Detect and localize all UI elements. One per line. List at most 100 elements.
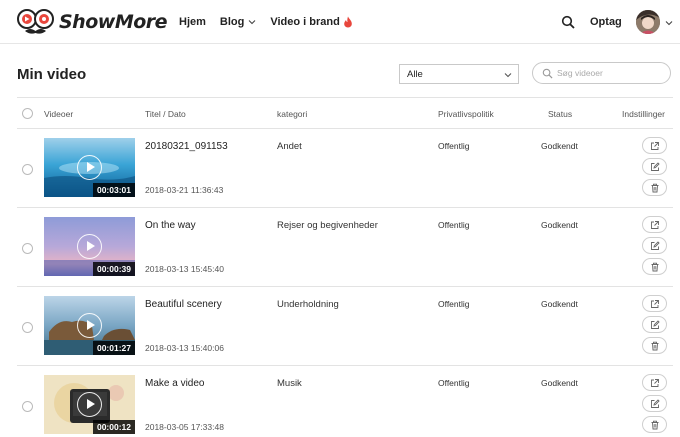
share-button[interactable] <box>642 216 667 233</box>
row-select-radio[interactable] <box>22 322 33 333</box>
search-icon <box>542 68 553 79</box>
nav-item-label: Blog <box>219 16 245 28</box>
table-header: Videoer Titel / Dato kategori Privatlivs… <box>17 97 673 129</box>
row-select-radio[interactable] <box>22 401 33 412</box>
play-icon[interactable] <box>77 234 102 259</box>
video-duration: 00:03:01 <box>92 183 135 197</box>
table-row: 00:00:39 On the way 2018-03-13 15:45:40 … <box>17 208 673 287</box>
column-header-title-date: Titel / Dato <box>145 109 186 119</box>
play-icon[interactable] <box>77 313 102 338</box>
chevron-down-icon <box>504 73 512 78</box>
share-icon <box>651 221 659 229</box>
edit-button[interactable] <box>642 316 667 333</box>
share-button[interactable] <box>642 295 667 312</box>
column-header-videos: Videoer <box>44 109 74 119</box>
row-actions <box>642 216 668 279</box>
nav-item-blog[interactable]: Blog <box>220 16 256 28</box>
video-title[interactable]: On the way <box>145 220 196 231</box>
record-button[interactable]: Optag <box>590 16 622 28</box>
video-date: 2018-03-05 17:33:48 <box>145 422 224 432</box>
video-status: Godkendt <box>541 299 578 309</box>
logo-text: ShowMore <box>59 11 168 33</box>
search-input[interactable] <box>557 66 665 80</box>
video-thumbnail[interactable]: 00:01:27 <box>44 296 135 355</box>
logo-icon <box>17 9 54 34</box>
nav-item-label: Hjem <box>179 16 206 28</box>
share-icon <box>651 300 659 308</box>
page-title: Min video <box>17 66 87 83</box>
video-category: Musik <box>277 378 302 389</box>
video-category: Rejser og begivenheder <box>277 220 378 231</box>
play-icon[interactable] <box>77 392 102 417</box>
column-header-status: Status <box>548 109 573 119</box>
video-title[interactable]: Beautiful scenery <box>145 299 222 310</box>
edit-icon <box>651 241 660 250</box>
trash-icon <box>651 183 659 193</box>
row-select-radio[interactable] <box>22 243 33 254</box>
row-select-radio[interactable] <box>22 164 33 175</box>
share-button[interactable] <box>642 137 667 154</box>
trash-icon <box>651 262 659 272</box>
video-status: Godkendt <box>541 141 578 151</box>
video-date: 2018-03-13 15:45:40 <box>145 264 224 274</box>
video-date: 2018-03-21 11:36:43 <box>145 185 224 195</box>
column-header-category: kategori <box>277 109 308 119</box>
trash-icon <box>651 420 659 430</box>
nav-item-video-brand[interactable]: Video i brand <box>270 16 352 28</box>
video-category: Andet <box>277 141 302 152</box>
video-privacy: Offentlig <box>438 378 470 388</box>
column-header-privacy: Privatlivspolitik <box>438 109 494 119</box>
search-box <box>532 62 671 84</box>
top-navigation-bar: ShowMore Hjem Blog Video i brand Optag <box>0 0 680 44</box>
video-table: Videoer Titel / Dato kategori Privatlivs… <box>17 97 673 437</box>
nav-item-home[interactable]: Hjem <box>179 16 206 28</box>
column-header-settings: Indstillinger <box>622 109 665 119</box>
video-privacy: Offentlig <box>438 220 470 230</box>
search-icon[interactable] <box>561 15 575 29</box>
fire-icon <box>344 16 352 28</box>
chevron-down-icon[interactable] <box>665 19 673 27</box>
delete-button[interactable] <box>642 179 667 196</box>
avatar-image <box>636 10 660 34</box>
table-row: 00:00:12 Make a video 2018-03-05 17:33:4… <box>17 366 673 437</box>
video-title[interactable]: 20180321_091153 <box>145 141 228 152</box>
delete-button[interactable] <box>642 258 667 275</box>
share-button[interactable] <box>642 374 667 391</box>
video-status: Godkendt <box>541 220 578 230</box>
edit-button[interactable] <box>642 158 667 175</box>
chevron-down-icon <box>248 20 256 25</box>
avatar[interactable] <box>636 10 660 34</box>
share-icon <box>651 379 659 387</box>
select-all-radio[interactable] <box>22 108 33 119</box>
filter-selected-value: Alle <box>407 69 423 80</box>
edit-icon <box>651 162 660 171</box>
video-duration: 00:00:12 <box>92 420 135 434</box>
video-privacy: Offentlig <box>438 141 470 151</box>
main-nav: Hjem Blog Video i brand <box>179 0 367 44</box>
share-icon <box>651 142 659 150</box>
video-category: Underholdning <box>277 299 339 310</box>
row-actions <box>642 295 668 358</box>
video-thumbnail[interactable]: 00:00:12 <box>44 375 135 434</box>
video-thumbnail[interactable]: 00:00:39 <box>44 217 135 276</box>
table-row: 00:01:27 Beautiful scenery 2018-03-13 15… <box>17 287 673 366</box>
delete-button[interactable] <box>642 416 667 433</box>
video-thumbnail[interactable]: 00:03:01 <box>44 138 135 197</box>
video-privacy: Offentlig <box>438 299 470 309</box>
nav-item-label: Video i brand <box>270 16 340 28</box>
video-title[interactable]: Make a video <box>145 378 204 389</box>
trash-icon <box>651 341 659 351</box>
play-icon[interactable] <box>77 155 102 180</box>
edit-icon <box>651 399 660 408</box>
edit-button[interactable] <box>642 237 667 254</box>
filter-select[interactable]: Alle <box>399 64 519 84</box>
logo[interactable]: ShowMore <box>16 6 168 38</box>
delete-button[interactable] <box>642 337 667 354</box>
video-duration: 00:01:27 <box>92 341 135 355</box>
row-actions <box>642 374 668 437</box>
edit-button[interactable] <box>642 395 667 412</box>
video-status: Godkendt <box>541 378 578 388</box>
table-row: 00:03:01 20180321_091153 2018-03-21 11:3… <box>17 129 673 208</box>
video-date: 2018-03-13 15:40:06 <box>145 343 224 353</box>
video-duration: 00:00:39 <box>92 262 135 276</box>
